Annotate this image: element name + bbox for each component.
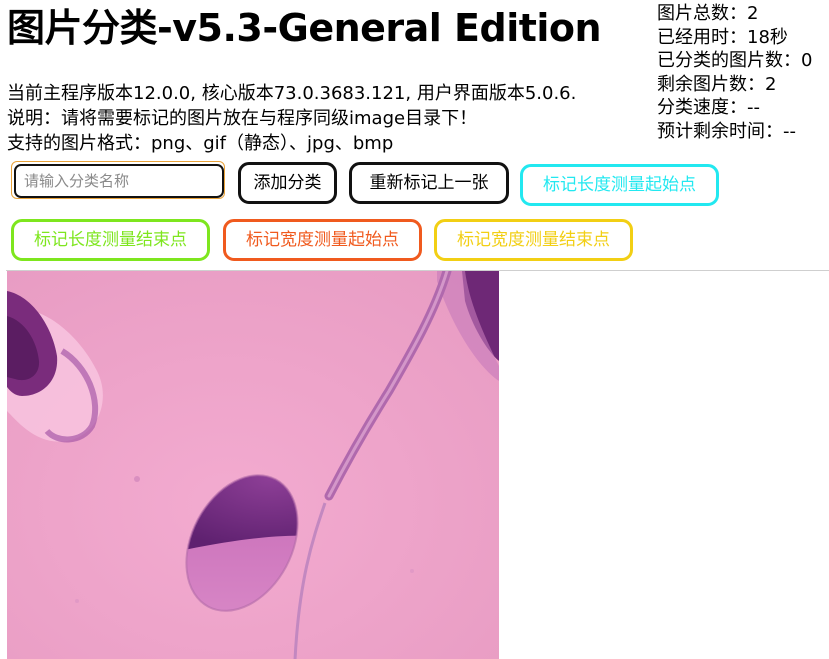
add-category-button[interactable]: 添加分类 <box>238 162 337 204</box>
mark-length-end-button[interactable]: 标记长度测量结束点 <box>11 219 210 261</box>
mark-length-start-button[interactable]: 标记长度测量起始点 <box>520 164 719 206</box>
info-panel: 当前主程序版本12.0.0, 核心版本73.0.3683.121, 用户界面版本… <box>7 81 576 156</box>
stat-elapsed-time: 已经用时：18秒 <box>657 26 788 48</box>
sperm-cell-image[interactable] <box>7 271 499 659</box>
app-window: 图片分类-v5.3-General Edition 当前主程序版本12.0.0,… <box>0 0 829 659</box>
page-title: 图片分类-v5.3-General Edition <box>7 6 602 50</box>
stat-remaining-count: 剩余图片数：2 <box>657 73 777 95</box>
remark-previous-button[interactable]: 重新标记上一张 <box>349 162 509 204</box>
stat-eta: 预计剩余时间：-- <box>657 120 796 142</box>
stat-classified-count: 已分类的图片数：0 <box>657 50 813 71</box>
mark-width-end-button[interactable]: 标记宽度测量结束点 <box>434 219 633 261</box>
category-name-input[interactable] <box>14 164 224 198</box>
mark-width-start-button[interactable]: 标记宽度测量起始点 <box>223 219 422 261</box>
stats-panel: 图片总数：2 已经用时：18秒 已分类的图片数：0 剩余图片数：2 分类速度：-… <box>657 2 829 143</box>
stat-total-images: 图片总数：2 <box>657 3 759 24</box>
instruction-text: 说明：请将需要标记的图片放在与程序同级image目录下！ <box>7 108 478 129</box>
supported-formats-text: 支持的图片格式：png、gif（静态）、jpg、bmp <box>7 133 394 154</box>
stat-speed: 分类速度：-- <box>657 97 760 118</box>
category-input-wrapper <box>11 161 225 199</box>
image-canvas[interactable] <box>6 270 829 659</box>
version-text: 当前主程序版本12.0.0, 核心版本73.0.3683.121, 用户界面版本… <box>7 83 577 104</box>
